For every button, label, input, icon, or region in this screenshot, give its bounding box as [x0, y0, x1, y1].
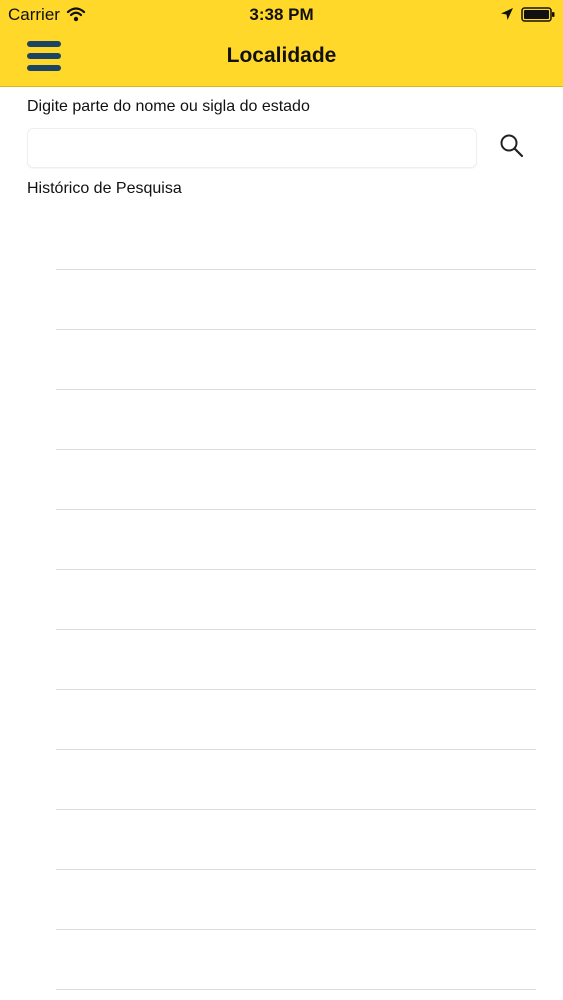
- history-label: Histórico de Pesquisa: [27, 180, 182, 197]
- history-row[interactable]: [56, 990, 536, 1000]
- search-button[interactable]: [497, 131, 527, 161]
- history-row[interactable]: [56, 870, 536, 930]
- screen: Carrier 3:38 PM Localidade Digite parte …: [0, 0, 563, 1000]
- history-row[interactable]: [56, 810, 536, 870]
- location-arrow-icon: [501, 8, 513, 20]
- history-row[interactable]: [56, 930, 536, 990]
- page-title: Localidade: [226, 44, 337, 67]
- search-prompt-label: Digite parte do nome ou sigla do estado: [27, 98, 310, 115]
- history-row[interactable]: [56, 750, 536, 810]
- header-bar: Carrier 3:38 PM Localidade: [0, 0, 563, 87]
- history-row[interactable]: [56, 690, 536, 750]
- search-input[interactable]: [27, 128, 477, 168]
- battery-icon: [521, 7, 555, 22]
- search-icon: [500, 134, 524, 158]
- history-row[interactable]: [56, 510, 536, 570]
- history-row[interactable]: [56, 570, 536, 630]
- history-row[interactable]: [56, 630, 536, 690]
- history-row[interactable]: [56, 270, 536, 330]
- history-row[interactable]: [56, 210, 536, 270]
- history-row[interactable]: [56, 330, 536, 390]
- history-list: [56, 210, 536, 1000]
- status-bar: Carrier 3:38 PM: [0, 0, 563, 30]
- history-row[interactable]: [56, 450, 536, 510]
- history-row[interactable]: [56, 390, 536, 450]
- status-time: 3:38 PM: [249, 5, 314, 24]
